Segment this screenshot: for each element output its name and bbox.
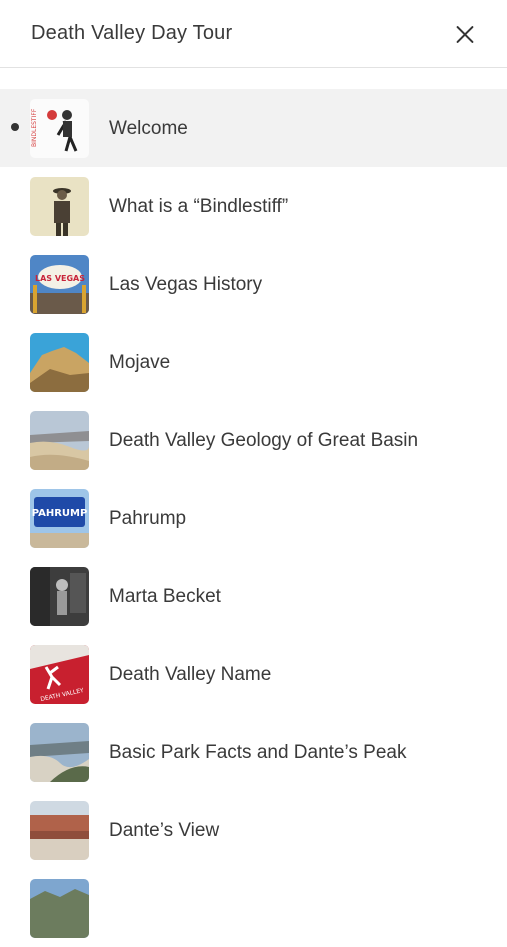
bindlestiff-hiker-thumbnail: BINDLESTIFF [30, 99, 89, 158]
list-item-geology[interactable]: Death Valley Geology of Great Basin [0, 401, 507, 479]
dantes-view-thumbnail [30, 801, 89, 860]
list-item-marta-becket[interactable]: Marta Becket [0, 557, 507, 635]
item-label: Las Vegas History [109, 274, 263, 295]
item-label: Mojave [109, 352, 171, 373]
list-item-las-vegas[interactable]: LAS VEGAS Las Vegas History [0, 245, 507, 323]
close-icon[interactable] [449, 18, 481, 50]
list-item-park-facts[interactable]: Basic Park Facts and Dante’s Peak [0, 713, 507, 791]
las-vegas-sign-thumbnail: LAS VEGAS [30, 255, 89, 314]
item-label: Marta Becket [109, 586, 221, 607]
svg-text:PAHRUMP: PAHRUMP [32, 508, 88, 519]
mojave-rocks-thumbnail [30, 333, 89, 392]
marta-becket-photo-thumbnail [30, 567, 89, 626]
list-item-welcome[interactable]: BINDLESTIFF Welcome [0, 89, 507, 167]
list-item-death-valley-name[interactable]: DEATH VALLEY Death Valley Name [0, 635, 507, 713]
dantes-peak-thumbnail [30, 723, 89, 782]
current-item-dot-icon [11, 123, 19, 131]
item-label: Welcome [109, 118, 188, 139]
svg-text:LAS VEGAS: LAS VEGAS [35, 274, 85, 283]
list-item-dantes-view[interactable]: Dante’s View [0, 791, 507, 869]
header-bar: Death Valley Day Tour [0, 0, 507, 68]
item-label: Death Valley Name [109, 664, 272, 685]
list-item-bindlestiff[interactable]: What is a “Bindlestiff” [0, 167, 507, 245]
pahrump-sign-thumbnail: PAHRUMP [30, 489, 89, 548]
list-item-mojave[interactable]: Mojave [0, 323, 507, 401]
death-valley-logo-thumbnail: DEATH VALLEY [30, 645, 89, 704]
bindlestiff-man-thumbnail [30, 177, 89, 236]
landscape-thumbnail [30, 879, 89, 938]
item-label: Pahrump [109, 508, 187, 529]
svg-text:BINDLESTIFF: BINDLESTIFF [31, 108, 38, 147]
item-label: Dante’s View [109, 820, 220, 841]
list-item-pahrump[interactable]: PAHRUMP Pahrump [0, 479, 507, 557]
item-label: Basic Park Facts and Dante’s Peak [109, 742, 407, 763]
list-item-partial[interactable] [0, 869, 507, 947]
page-title: Death Valley Day Tour [31, 22, 233, 44]
item-label: Death Valley Geology of Great Basin [109, 430, 419, 451]
desert-dunes-thumbnail [30, 411, 89, 470]
stop-list: BINDLESTIFF Welcome What is a “Bindlesti… [0, 89, 507, 947]
item-label: What is a “Bindlestiff” [109, 196, 289, 217]
